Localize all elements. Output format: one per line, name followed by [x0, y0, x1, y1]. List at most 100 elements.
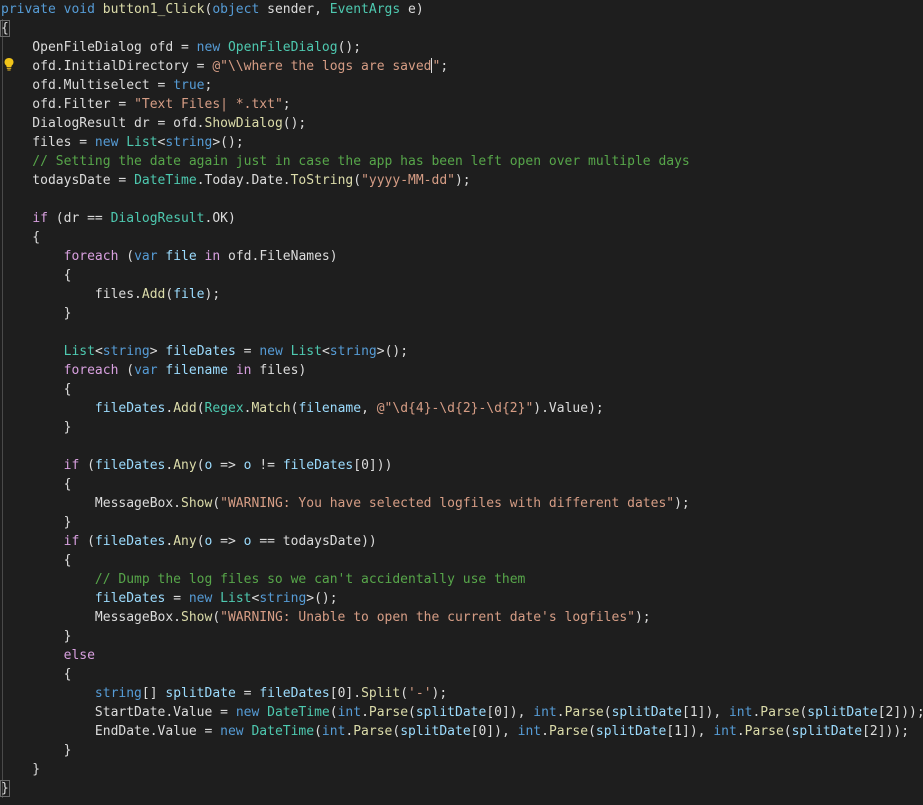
code-token: >(); [212, 135, 244, 150]
code-token: if [63, 534, 80, 549]
code-line[interactable]: if (fileDates.Any(o => o != fileDates[0]… [0, 456, 923, 475]
code-token: else [63, 648, 95, 663]
code-line[interactable]: MessageBox.Show("WARNING: Unable to open… [0, 608, 923, 627]
code-token: e) [400, 2, 424, 17]
code-token: } [1, 306, 72, 321]
code-line[interactable]: } [0, 418, 923, 437]
code-token: [0]), [486, 705, 534, 720]
code-line[interactable]: { [0, 665, 923, 684]
code-line[interactable]: { [0, 266, 923, 285]
code-line[interactable]: } [0, 627, 923, 646]
code-token: Show [181, 610, 213, 625]
code-token: Add [173, 401, 197, 416]
code-token: ( [212, 610, 221, 625]
code-token: } [1, 743, 72, 758]
code-line[interactable]: files.Add(file); [0, 285, 923, 304]
code-line[interactable]: { [0, 551, 923, 570]
code-token: EndDate.Value = [1, 724, 221, 739]
code-token: ( [79, 458, 95, 473]
code-token: { [1, 553, 72, 568]
code-line[interactable]: foreach (var file in ofd.FileNames) [0, 247, 923, 266]
code-line[interactable]: private void button1_Click(object sender… [0, 0, 923, 19]
code-token: List [126, 135, 158, 150]
code-token: splitDate [807, 705, 878, 720]
code-token: filename [298, 401, 362, 416]
code-token: int [713, 724, 737, 739]
code-line[interactable]: List<string> fileDates = new List<string… [0, 342, 923, 361]
code-token: (dr == [47, 211, 111, 226]
code-editor[interactable]: private void button1_Click (object sender… [0, 0, 923, 805]
code-line[interactable]: } [0, 513, 923, 532]
code-token: todaysDate = [1, 173, 135, 188]
code-token: "yyyy-MM-dd" [361, 173, 455, 188]
code-token: Parse [760, 705, 800, 720]
code-line[interactable]: // Setting the date again just in case t… [0, 152, 923, 171]
code-line[interactable]: if (dr == DialogResult.OK) [0, 209, 923, 228]
code-token: MessageBox. [1, 610, 182, 625]
code-line[interactable]: fileDates.Add(Regex.Match(filename, @"\d… [0, 399, 923, 418]
code-token: OpenFileDialog [227, 40, 338, 55]
code-token: ToString [290, 173, 354, 188]
code-token: ( [212, 496, 221, 511]
code-token: fileDates [94, 591, 166, 606]
code-line[interactable]: DialogResult dr = ofd.ShowDialog(); [0, 114, 923, 133]
code-line[interactable]: string[] splitDate = fileDates[0].Split(… [0, 684, 923, 703]
code-token: = [235, 344, 260, 359]
code-token: var [134, 363, 158, 378]
code-line[interactable]: if (fileDates.Any(o => o == todaysDate)) [0, 532, 923, 551]
code-token: '-' [408, 686, 432, 701]
code-line[interactable]: // Dump the log files so we can't accide… [0, 570, 923, 589]
code-line[interactable]: ofd.Multiselect = true; [0, 76, 923, 95]
code-line[interactable]: MessageBox.Show("WARNING: You have selec… [0, 494, 923, 513]
code-line[interactable]: } [0, 741, 923, 760]
code-token: .OK) [204, 211, 236, 226]
code-line[interactable]: { [0, 475, 923, 494]
code-line[interactable]: OpenFileDialog ofd = new OpenFileDialog(… [0, 38, 923, 57]
code-token: Parse [564, 705, 604, 720]
code-line[interactable]: StartDate.Value = new DateTime(int.Parse… [0, 703, 923, 722]
code-line[interactable] [0, 437, 923, 456]
code-token: ).Value); [533, 401, 604, 416]
code-token: ; [440, 59, 449, 74]
code-line[interactable]: foreach (var filename in files) [0, 361, 923, 380]
code-line[interactable]: fileDates = new List<string>(); [0, 589, 923, 608]
code-token: fileDates [259, 686, 330, 701]
code-line[interactable]: { [0, 19, 923, 38]
code-token: Parse [548, 724, 589, 739]
code-token: ( [588, 724, 596, 739]
code-token: fileDates [94, 534, 166, 549]
code-token: file [165, 249, 197, 264]
code-line[interactable] [0, 190, 923, 209]
code-line[interactable] [0, 323, 923, 342]
code-line[interactable]: } [0, 760, 923, 779]
code-token: ofd.InitialDirectory = [1, 59, 213, 74]
code-token: . [361, 705, 369, 720]
code-token: Parse [744, 724, 784, 739]
code-line[interactable]: ofd.InitialDirectory = @"\\where the log… [0, 57, 923, 76]
code-token: private void [1, 2, 103, 17]
code-line[interactable]: } [0, 304, 923, 323]
code-token: file [173, 287, 205, 302]
code-token: Add [141, 287, 166, 302]
code-token: Parse [368, 705, 409, 720]
code-token: splitDate [415, 705, 487, 720]
code-token: ( [400, 686, 409, 701]
code-line[interactable]: EndDate.Value = new DateTime(int.Parse(s… [0, 722, 923, 741]
code-line[interactable]: ofd.Filter = "Text Files| *.txt"; [0, 95, 923, 114]
code-token: { [1, 667, 72, 682]
code-token: MessageBox. [1, 496, 182, 511]
code-token: fileDates [94, 401, 166, 416]
code-line[interactable]: } [0, 779, 923, 798]
code-line[interactable]: files = new List<string>(); [0, 133, 923, 152]
code-line[interactable]: { [0, 228, 923, 247]
code-token: ( [196, 534, 205, 549]
code-line[interactable]: { [0, 380, 923, 399]
code-token: // Dump the log files so we can't accide… [1, 572, 526, 587]
code-line[interactable]: todaysDate = DateTime.Today.Date.ToStrin… [0, 171, 923, 190]
code-token: >(); [306, 591, 338, 606]
code-line[interactable]: else [0, 646, 923, 665]
